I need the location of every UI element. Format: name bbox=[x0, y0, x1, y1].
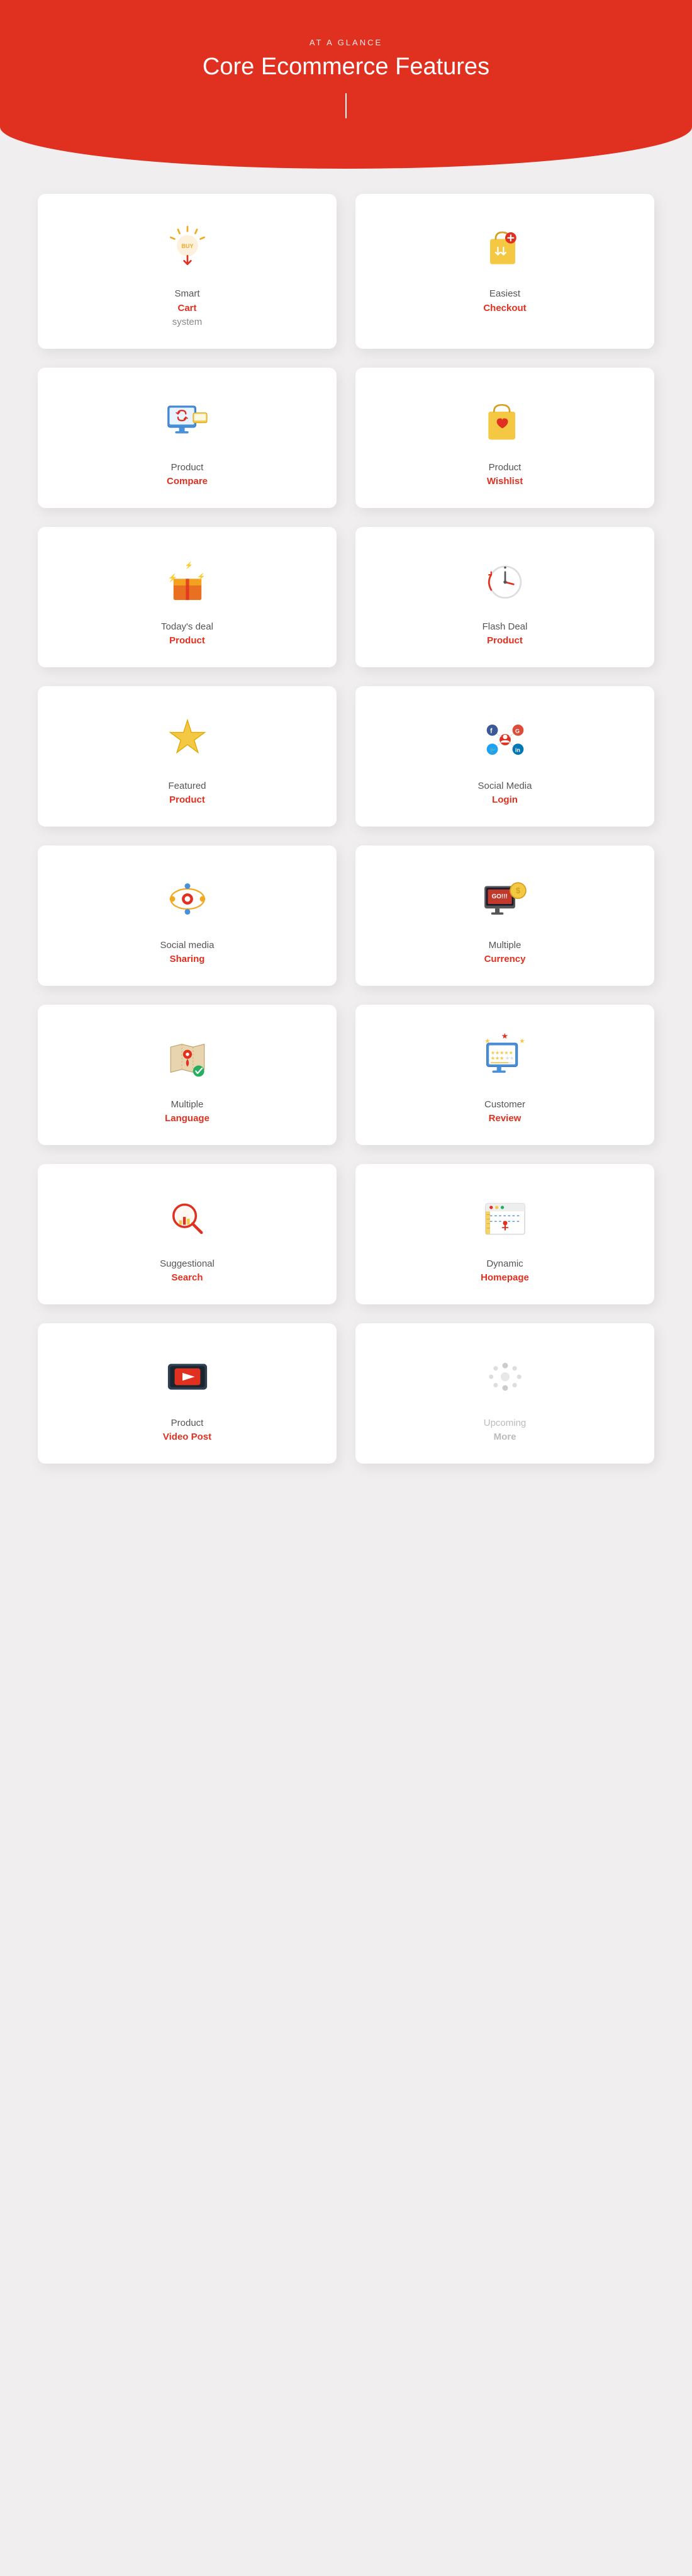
svg-text:⚡: ⚡ bbox=[167, 573, 177, 583]
featured-label: Featured Product bbox=[168, 779, 206, 808]
homepage-bold: Homepage bbox=[481, 1271, 529, 1285]
svg-text:★: ★ bbox=[519, 1037, 525, 1045]
svg-text:★★: ★★ bbox=[505, 1055, 514, 1061]
feature-todays-deal: ⚡ ⚡ ⚡ Today's deal Product bbox=[38, 527, 337, 667]
title-normal: Core Ecommerce bbox=[203, 54, 395, 80]
upcoming-icon bbox=[477, 1348, 533, 1405]
svg-text:f: f bbox=[490, 727, 493, 735]
sharing-icon bbox=[159, 871, 216, 927]
svg-text:GO!!!: GO!!! bbox=[491, 893, 507, 900]
svg-text:$: $ bbox=[515, 886, 520, 895]
checkout-icon bbox=[477, 219, 533, 276]
deal-label: Today's deal Product bbox=[161, 620, 213, 648]
smart-cart-label: Smart Cart system bbox=[172, 287, 203, 330]
homepage-label: Dynamic Homepage bbox=[481, 1257, 529, 1285]
currency-bold: Currency bbox=[484, 952, 526, 967]
feature-featured: Featured Product bbox=[38, 686, 337, 827]
video-bold: Video Post bbox=[163, 1430, 211, 1445]
currency-icon: GO!!! $ bbox=[477, 871, 533, 927]
compare-bold: Compare bbox=[167, 475, 208, 489]
feature-product-compare: Product Compare bbox=[38, 368, 337, 508]
svg-text:G: G bbox=[515, 728, 520, 734]
deal-icon: ⚡ ⚡ ⚡ bbox=[159, 552, 216, 609]
feature-review: ★★★★★ ★★★ ★★ ★ ★ ★ Customer Review bbox=[355, 1005, 654, 1145]
review-label: Customer Review bbox=[484, 1098, 525, 1126]
social-login-bold: Login bbox=[478, 793, 532, 808]
feature-smart-cart: BUY Smart Cart system bbox=[38, 194, 337, 349]
search-label: Suggestional Search bbox=[160, 1257, 215, 1285]
compare-label: Product Compare bbox=[167, 461, 208, 489]
wishlist-bold: Wishlist bbox=[487, 475, 523, 489]
cart-icon: BUY bbox=[159, 219, 216, 276]
svg-text:🐦: 🐦 bbox=[489, 747, 496, 753]
flash-bold: Product bbox=[483, 634, 528, 648]
social-login-icon: f G 🐦 in bbox=[477, 711, 533, 768]
social-login-label: Social Media Login bbox=[478, 779, 532, 808]
review-icon: ★★★★★ ★★★ ★★ ★ ★ ★ bbox=[477, 1030, 533, 1087]
svg-text:★★★: ★★★ bbox=[490, 1055, 504, 1061]
at-glance-text: AT A GLANCE bbox=[13, 38, 679, 47]
search-bold: Search bbox=[160, 1271, 215, 1285]
svg-text:⚡: ⚡ bbox=[197, 572, 205, 580]
featured-icon bbox=[159, 711, 216, 768]
svg-text:in: in bbox=[515, 747, 520, 753]
feature-video: Product Video Post bbox=[38, 1323, 337, 1464]
video-label: Product Video Post bbox=[163, 1416, 211, 1445]
video-icon bbox=[159, 1348, 216, 1405]
svg-text:★: ★ bbox=[501, 1033, 508, 1041]
features-grid: BUY Smart Cart system bbox=[0, 169, 692, 1489]
checkout-label: Easiest Checkout bbox=[483, 287, 526, 315]
feature-search: Suggestional Search bbox=[38, 1164, 337, 1304]
svg-text:⚡: ⚡ bbox=[184, 561, 193, 569]
smart-cart-bold: Cart bbox=[172, 302, 203, 316]
review-bold: Review bbox=[484, 1112, 525, 1126]
feature-homepage: Dynamic Homepage bbox=[355, 1164, 654, 1304]
checkout-bold: Checkout bbox=[483, 302, 526, 316]
page-header: AT A GLANCE Core Ecommerce Features bbox=[0, 0, 692, 169]
feature-social-sharing: Social media Sharing bbox=[38, 845, 337, 986]
wishlist-icon bbox=[477, 393, 533, 449]
sharing-label: Social media Sharing bbox=[160, 939, 215, 967]
language-icon bbox=[159, 1030, 216, 1087]
deal-bold: Product bbox=[161, 634, 213, 648]
feature-product-wishlist: Product Wishlist bbox=[355, 368, 654, 508]
compare-icon bbox=[159, 393, 216, 449]
feature-social-login: f G 🐦 in Social Media Login bbox=[355, 686, 654, 827]
feature-easiest-checkout: Easiest Checkout bbox=[355, 194, 654, 349]
flash-label: Flash Deal Product bbox=[483, 620, 528, 648]
svg-text:BUY: BUY bbox=[181, 243, 193, 249]
main-title: Core Ecommerce Features bbox=[13, 54, 679, 81]
homepage-icon bbox=[477, 1189, 533, 1246]
flash-icon bbox=[477, 552, 533, 609]
feature-upcoming: Upcoming More bbox=[355, 1323, 654, 1464]
title-bold: Features bbox=[395, 54, 489, 80]
currency-label: Multiple Currency bbox=[484, 939, 526, 967]
feature-flash-deal: Flash Deal Product bbox=[355, 527, 654, 667]
svg-text:★: ★ bbox=[484, 1037, 491, 1045]
wishlist-label: Product Wishlist bbox=[487, 461, 523, 489]
feature-language: Multiple Language bbox=[38, 1005, 337, 1145]
header-divider bbox=[345, 93, 347, 118]
language-label: Multiple Language bbox=[165, 1098, 209, 1126]
sharing-bold: Sharing bbox=[160, 952, 215, 967]
featured-bold: Product bbox=[168, 793, 206, 808]
search-icon bbox=[159, 1189, 216, 1246]
upcoming-label: Upcoming More bbox=[484, 1416, 527, 1445]
upcoming-bold: More bbox=[484, 1430, 527, 1445]
language-bold: Language bbox=[165, 1112, 209, 1126]
svg-text:★★★★★: ★★★★★ bbox=[490, 1049, 513, 1055]
feature-currency: GO!!! $ Multiple Currency bbox=[355, 845, 654, 986]
